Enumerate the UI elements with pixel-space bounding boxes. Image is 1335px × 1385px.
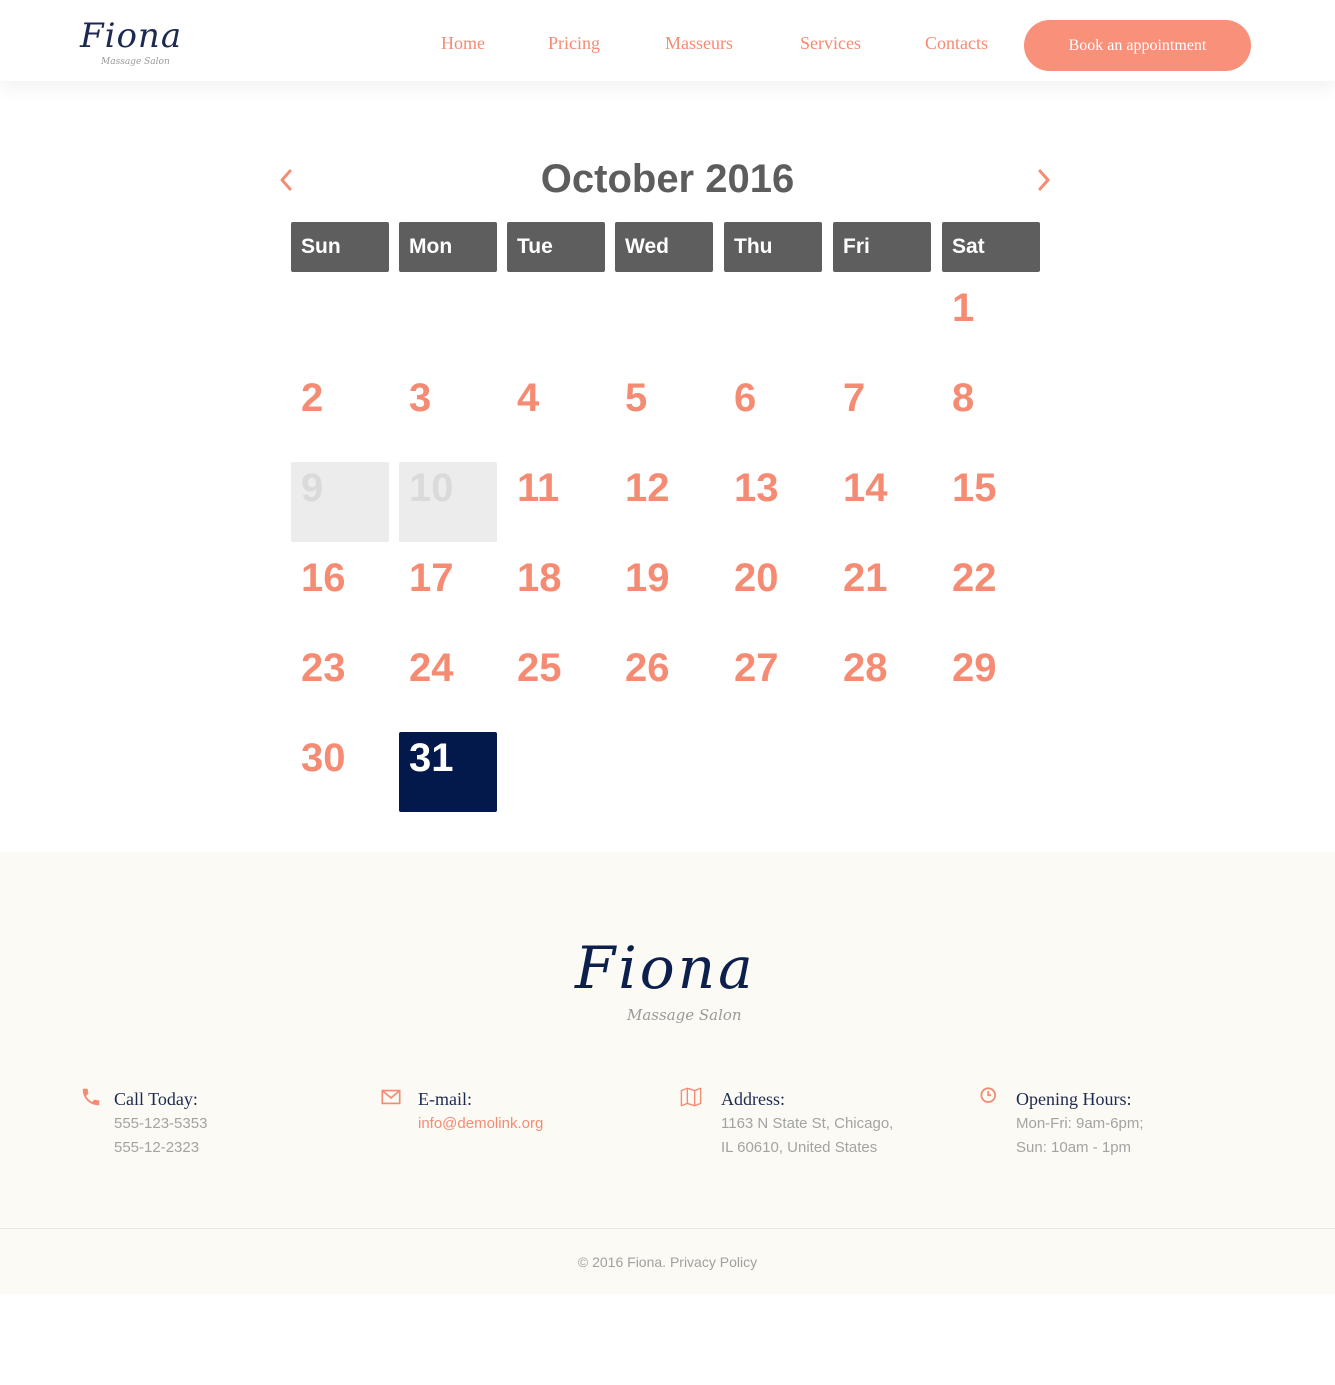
weekday-header-sun: Sun [291, 222, 389, 272]
calendar-day-16[interactable]: 16 [291, 552, 389, 632]
nav-pricing[interactable]: Pricing [548, 30, 600, 56]
calendar-day-12[interactable]: 12 [615, 462, 713, 542]
calendar-day-21[interactable]: 21 [833, 552, 931, 632]
logo-script: Fiona [80, 16, 183, 56]
calendar-day-23[interactable]: 23 [291, 642, 389, 722]
calendar-day-20[interactable]: 20 [724, 552, 822, 632]
hours-line-2: Sun: 10am - 1pm [1016, 1139, 1132, 1156]
email-label: E-mail: [418, 1089, 472, 1109]
calendar-day-7[interactable]: 7 [833, 372, 931, 452]
weekday-header-fri: Fri [833, 222, 931, 272]
envelope-icon [380, 1086, 402, 1108]
book-appointment-button[interactable]: Book an appointment [1024, 20, 1251, 71]
calendar-month-title: October 2016 [540, 157, 795, 201]
site-header: Fiona Massage Salon Home Pricing Masseur… [0, 0, 1335, 81]
calendar-day-13[interactable]: 13 [724, 462, 822, 542]
calendar-day-28[interactable]: 28 [833, 642, 931, 722]
copyright-text[interactable]: © 2016 Fiona. Privacy Policy [0, 1252, 1335, 1272]
address-label: Address: [721, 1089, 785, 1109]
hours-label: Opening Hours: [1016, 1089, 1132, 1109]
call-label: Call Today: [114, 1089, 198, 1109]
calendar-day-5[interactable]: 5 [615, 372, 713, 452]
calendar-day-22[interactable]: 22 [942, 552, 1040, 632]
calendar-day-3[interactable]: 3 [399, 372, 497, 452]
phone-number-1[interactable]: 555-123-5353 [114, 1114, 207, 1134]
calendar-day-24[interactable]: 24 [399, 642, 497, 722]
chevron-right-icon[interactable] [1032, 166, 1056, 194]
calendar-day-1[interactable]: 1 [942, 282, 1040, 362]
nav-masseurs[interactable]: Masseurs [665, 30, 733, 56]
nav-home[interactable]: Home [441, 30, 485, 56]
calendar-day-27[interactable]: 27 [724, 642, 822, 722]
nav-services[interactable]: Services [800, 30, 861, 56]
calendar-day-9: 9 [291, 462, 389, 542]
site-logo[interactable]: Fiona Massage Salon [80, 16, 190, 72]
email-link[interactable]: info@demolink.org [418, 1114, 543, 1134]
calendar-day-6[interactable]: 6 [724, 372, 822, 452]
calendar-day-18[interactable]: 18 [507, 552, 605, 632]
calendar-day-14[interactable]: 14 [833, 462, 931, 542]
weekday-header-thu: Thu [724, 222, 822, 272]
calendar-day-8[interactable]: 8 [942, 372, 1040, 452]
address-line-1: 1163 N State St, Chicago, [721, 1115, 894, 1132]
calendar-day-29[interactable]: 29 [942, 642, 1040, 722]
weekday-header-mon: Mon [399, 222, 497, 272]
logo-subtitle: Massage Salon [101, 57, 170, 67]
footer-divider [0, 1228, 1335, 1229]
calendar-day-26[interactable]: 26 [615, 642, 713, 722]
calendar-day-10: 10 [399, 462, 497, 542]
calendar-day-25[interactable]: 25 [507, 642, 605, 722]
calendar-day-17[interactable]: 17 [399, 552, 497, 632]
phone-icon [80, 1086, 102, 1108]
weekday-header-tue: Tue [507, 222, 605, 272]
map-icon [680, 1086, 704, 1108]
footer-logo-script: Fiona [575, 934, 756, 1002]
address-line-2: IL 60610, United States [721, 1139, 878, 1156]
calendar-day-31[interactable]: 31 [399, 732, 497, 812]
calendar-day-19[interactable]: 19 [615, 552, 713, 632]
calendar-day-15[interactable]: 15 [942, 462, 1040, 542]
clock-icon [980, 1086, 1002, 1108]
weekday-header-wed: Wed [615, 222, 713, 272]
weekday-header-sat: Sat [942, 222, 1040, 272]
calendar-day-4[interactable]: 4 [507, 372, 605, 452]
nav-contacts[interactable]: Contacts [925, 30, 988, 56]
calendar-day-2[interactable]: 2 [291, 372, 389, 452]
calendar-day-30[interactable]: 30 [291, 732, 389, 812]
phone-number-2[interactable]: 555-12-2323 [114, 1138, 199, 1158]
footer-logo[interactable]: Fiona Massage Salon [575, 935, 765, 1030]
footer-logo-subtitle: Massage Salon [627, 1006, 742, 1024]
calendar-day-11[interactable]: 11 [507, 462, 605, 542]
hours-line-1: Mon-Fri: 9am-6pm; [1016, 1115, 1144, 1132]
